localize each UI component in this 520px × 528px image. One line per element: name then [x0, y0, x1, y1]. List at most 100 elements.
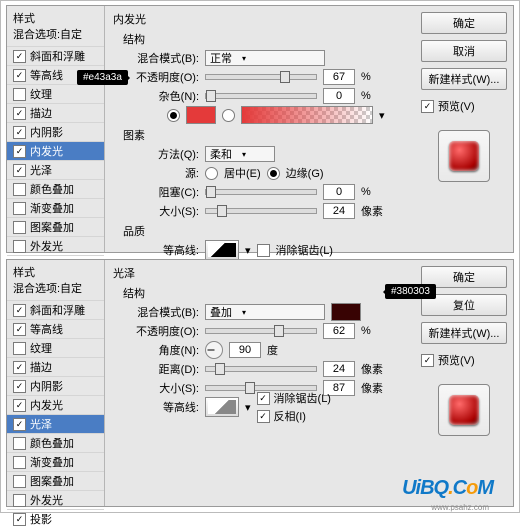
opacity-slider[interactable]	[205, 328, 317, 334]
color-swatch[interactable]	[186, 106, 216, 124]
source-center-radio[interactable]	[205, 167, 218, 180]
sidebar-item[interactable]: 图案叠加	[7, 471, 104, 490]
style-checkbox[interactable]	[13, 107, 26, 120]
style-checkbox[interactable]	[13, 380, 26, 393]
gradient-picker[interactable]	[241, 106, 373, 124]
sidebar-item[interactable]: 斜面和浮雕	[7, 46, 104, 65]
chevron-down-icon[interactable]: ▾	[245, 244, 251, 257]
style-checkbox[interactable]	[13, 88, 26, 101]
layer-style-dialog-satin: 样式 混合选项:自定 斜面和浮雕等高线纹理描边内阴影内发光光泽颜色叠加渐变叠加图…	[6, 259, 514, 507]
choke-slider[interactable]	[205, 189, 317, 195]
opacity-value[interactable]: 67	[323, 69, 355, 85]
style-checkbox[interactable]	[13, 456, 26, 469]
sidebar-item[interactable]: 内发光	[7, 141, 104, 160]
preview-checkbox[interactable]	[421, 354, 434, 367]
sidebar-item-label: 等高线	[30, 321, 63, 337]
sidebar-item[interactable]: 光泽	[7, 414, 104, 433]
style-checkbox[interactable]	[13, 494, 26, 507]
contour-label: 等高线:	[127, 242, 199, 258]
sidebar-item-label: 图案叠加	[30, 219, 74, 235]
style-checkbox[interactable]	[13, 513, 26, 526]
style-checkbox[interactable]	[13, 69, 26, 82]
style-checkbox[interactable]	[13, 50, 26, 63]
sidebar-item[interactable]: 外发光	[7, 490, 104, 509]
style-checkbox[interactable]	[13, 399, 26, 412]
sidebar-item[interactable]: 颜色叠加	[7, 179, 104, 198]
sidebar-item-label: 光泽	[30, 416, 52, 432]
style-checkbox[interactable]	[13, 145, 26, 158]
antialias-checkbox[interactable]	[257, 244, 270, 257]
style-checkbox[interactable]	[13, 323, 26, 336]
noise-value[interactable]: 0	[323, 88, 355, 104]
size-value[interactable]: 24	[323, 203, 355, 219]
sidebar-item[interactable]: 外发光	[7, 236, 104, 255]
antialias-checkbox[interactable]	[257, 392, 270, 405]
chevron-down-icon[interactable]: ▾	[245, 401, 251, 414]
style-checkbox[interactable]	[13, 342, 26, 355]
sidebar-item[interactable]: 描边	[7, 357, 104, 376]
sidebar-item[interactable]: 图案叠加	[7, 217, 104, 236]
chevron-down-icon[interactable]: ▾	[379, 109, 385, 122]
style-checkbox[interactable]	[13, 437, 26, 450]
style-checkbox[interactable]	[13, 126, 26, 139]
style-checkbox[interactable]	[13, 240, 26, 253]
technique-select[interactable]: 柔和▾	[205, 146, 275, 162]
new-style-button[interactable]: 新建样式(W)...	[421, 322, 507, 344]
source-edge-radio[interactable]	[267, 167, 280, 180]
opacity-slider[interactable]	[205, 74, 317, 80]
opacity-value[interactable]: 62	[323, 323, 355, 339]
style-checkbox[interactable]	[13, 164, 26, 177]
blend-mode-select[interactable]: 叠加▾	[205, 304, 325, 320]
preview-checkbox[interactable]	[421, 100, 434, 113]
style-checkbox[interactable]	[13, 221, 26, 234]
sidebar-item[interactable]: 颜色叠加	[7, 433, 104, 452]
angle-dial[interactable]	[205, 341, 223, 359]
color-radio[interactable]	[167, 109, 180, 122]
sidebar-item[interactable]: 内阴影	[7, 122, 104, 141]
angle-label: 角度(N):	[127, 342, 199, 358]
contour-picker[interactable]	[205, 397, 239, 417]
preview-label: 预览(V)	[438, 352, 475, 368]
color-swatch[interactable]	[331, 303, 361, 321]
antialias-label: 消除锯齿(L)	[276, 242, 333, 258]
ok-button[interactable]: 确定	[421, 12, 507, 34]
style-checkbox[interactable]	[13, 304, 26, 317]
sidebar-item[interactable]: 渐变叠加	[7, 198, 104, 217]
size-slider[interactable]	[205, 208, 317, 214]
gradient-radio[interactable]	[222, 109, 235, 122]
noise-slider[interactable]	[205, 93, 317, 99]
sidebar-item[interactable]: 纹理	[7, 84, 104, 103]
distance-value[interactable]: 24	[323, 361, 355, 377]
style-checkbox[interactable]	[13, 475, 26, 488]
cancel-button[interactable]: 取消	[421, 40, 507, 62]
sidebar-item[interactable]: 投影	[7, 509, 104, 528]
style-checkbox[interactable]	[13, 361, 26, 374]
style-checkbox[interactable]	[13, 183, 26, 196]
sidebar-item[interactable]: 纹理	[7, 338, 104, 357]
dialog-buttons: 确定 取消 新建样式(W)... 预览(V)	[415, 6, 513, 252]
sidebar-item[interactable]: 内阴影	[7, 376, 104, 395]
new-style-button[interactable]: 新建样式(W)...	[421, 68, 507, 90]
jewel-icon	[449, 395, 479, 425]
style-checkbox[interactable]	[13, 418, 26, 431]
sidebar-item[interactable]: 斜面和浮雕	[7, 300, 104, 319]
sidebar-item[interactable]: 描边	[7, 103, 104, 122]
distance-slider[interactable]	[205, 366, 317, 372]
source-center-label: 居中(E)	[224, 165, 261, 181]
sidebar-item-label: 渐变叠加	[30, 454, 74, 470]
sidebar-item-label: 渐变叠加	[30, 200, 74, 216]
style-checkbox[interactable]	[13, 202, 26, 215]
sidebar-item[interactable]: 等高线	[7, 319, 104, 338]
invert-checkbox[interactable]	[257, 410, 270, 423]
angle-value[interactable]: 90	[229, 342, 261, 358]
sidebar-item-label: 光泽	[30, 162, 52, 178]
size-slider[interactable]	[205, 385, 317, 391]
layer-style-dialog-inner-glow: 样式 混合选项:自定 斜面和浮雕等高线纹理描边内阴影内发光光泽颜色叠加渐变叠加图…	[6, 5, 514, 253]
choke-value[interactable]: 0	[323, 184, 355, 200]
blend-mode-select[interactable]: 正常▾	[205, 50, 325, 66]
sidebar-item-label: 纹理	[30, 86, 52, 102]
sidebar-item[interactable]: 内发光	[7, 395, 104, 414]
sidebar-item[interactable]: 光泽	[7, 160, 104, 179]
sidebar-item[interactable]: 渐变叠加	[7, 452, 104, 471]
contour-picker[interactable]	[205, 240, 239, 260]
